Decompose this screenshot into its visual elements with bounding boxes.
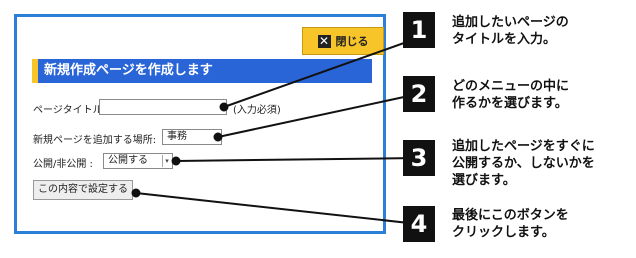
step-badge-4: 4 (403, 206, 435, 242)
callout-line-3 (175, 157, 419, 162)
step-text-2: どのメニューの中に 作るかを選びます。 (452, 79, 570, 111)
step-badge-3: 3 (403, 140, 435, 176)
callout-dot-3 (171, 156, 181, 166)
callout-dot-1 (219, 102, 229, 112)
step-badge-1: 1 (403, 12, 435, 48)
callout-dot-4 (131, 188, 141, 198)
step-text-3: 追加したページをすぐに 公開するか、しないかを 選びます。 (452, 139, 595, 188)
step-text-4: 最後にこのボタンを クリックします。 (452, 208, 569, 240)
step-badge-2: 2 (403, 76, 435, 112)
callout-line-4 (135, 192, 419, 225)
callout-line-2 (217, 93, 419, 138)
callout-dot-2 (213, 132, 223, 142)
callout-line-1 (223, 37, 419, 108)
step-text-1: 追加したいページの タイトルを入力。 (452, 15, 569, 47)
